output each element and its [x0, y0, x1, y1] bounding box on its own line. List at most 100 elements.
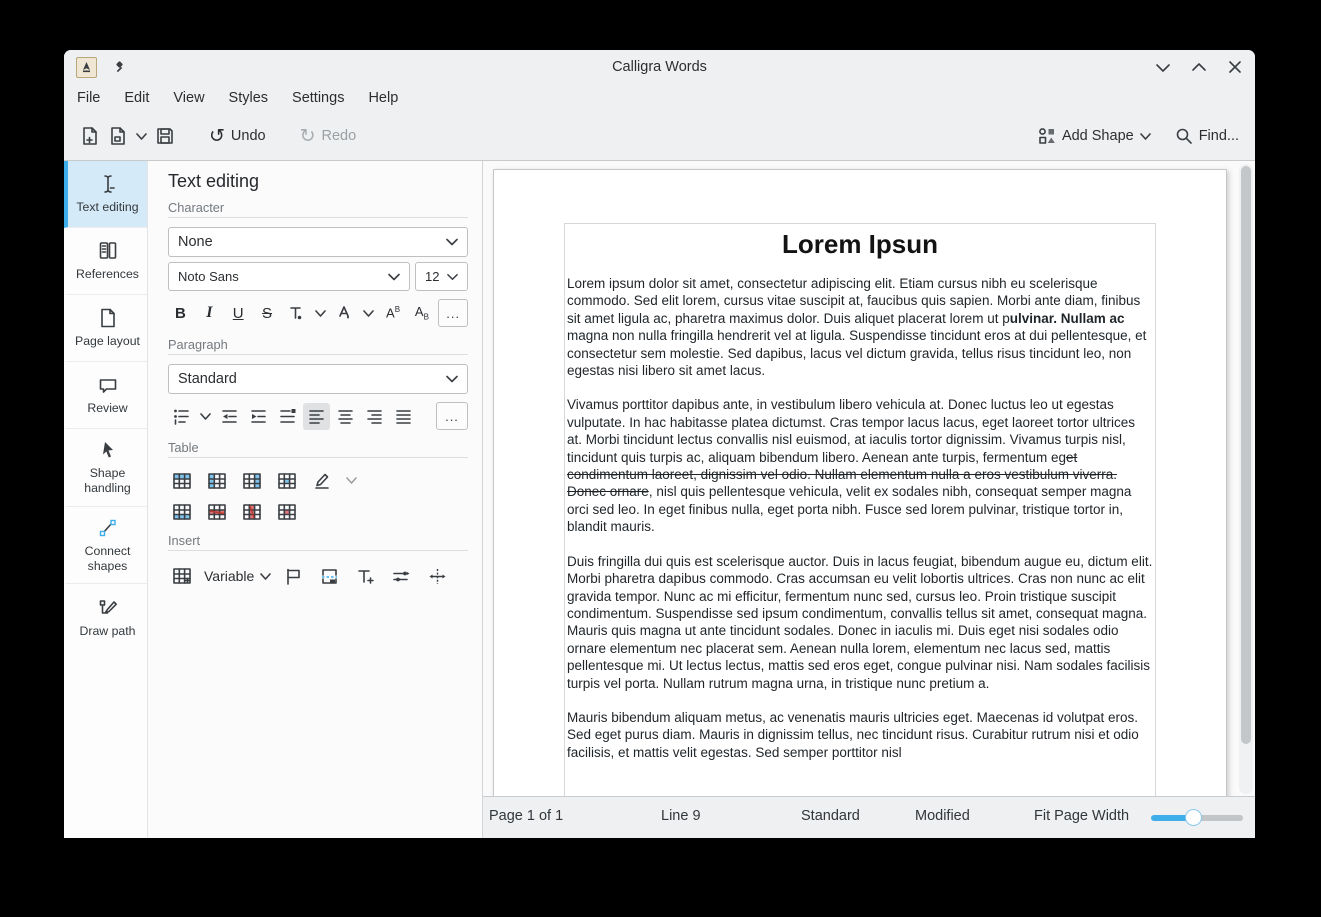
subscript-button[interactable]: AB — [409, 300, 434, 327]
add-shape-chevron — [1140, 133, 1151, 140]
insert-page-break-button[interactable] — [316, 563, 343, 590]
font-family-combo[interactable]: Noto Sans — [168, 262, 410, 291]
undo-button[interactable]: ↺ Undo — [205, 120, 270, 152]
character-more-button[interactable]: ... — [438, 299, 468, 327]
menu-settings[interactable]: Settings — [291, 88, 345, 108]
character-style-combo[interactable]: None — [168, 227, 468, 257]
highlight-color-button[interactable] — [332, 300, 357, 327]
underline-button[interactable]: U — [226, 300, 251, 327]
list-style-button[interactable] — [168, 403, 195, 430]
list-style-chevron[interactable] — [197, 403, 214, 430]
highlight-color-chevron[interactable] — [361, 300, 377, 327]
menu-view[interactable]: View — [172, 88, 205, 108]
redo-button[interactable]: ↻ Redo — [296, 120, 361, 152]
paragraph-style-combo[interactable]: Standard — [168, 364, 468, 394]
insert-row-below-button[interactable] — [168, 498, 195, 525]
paragraph[interactable]: Mauris bibendum aliquam metus, ac venena… — [567, 709, 1153, 761]
menu-help[interactable]: Help — [367, 88, 399, 108]
decrease-indent-button[interactable] — [216, 403, 243, 430]
new-document-button[interactable] — [76, 120, 104, 152]
align-justify-button[interactable] — [390, 403, 417, 430]
open-recent-chevron[interactable] — [132, 120, 151, 152]
tab-review[interactable]: Review — [64, 362, 147, 429]
style-indicator[interactable]: Standard — [801, 808, 860, 824]
text-run[interactable]: Vivamus porttitor dapibus ante, in vesti… — [567, 397, 1135, 464]
increase-indent-button[interactable] — [245, 403, 272, 430]
insert-break-options-button[interactable] — [424, 563, 451, 590]
bold-button[interactable]: B — [168, 300, 193, 327]
insert-table-button[interactable] — [168, 563, 195, 590]
document-view[interactable]: Lorem Ipsun Lorem ipsum dolor sit amet, … — [483, 161, 1255, 796]
vertical-scrollbar[interactable] — [1239, 164, 1253, 794]
paragraph[interactable]: Duis fringilla dui quis est scelerisque … — [567, 553, 1153, 692]
maximize-button[interactable] — [1189, 57, 1209, 77]
insert-column-right-button[interactable] — [238, 467, 265, 494]
insert-column-left-button[interactable] — [203, 467, 230, 494]
open-document-button[interactable] — [104, 120, 132, 152]
text-run[interactable]: magna non nulla fringilla hendrerit vel … — [567, 328, 1146, 378]
tab-references[interactable]: References — [64, 228, 147, 295]
text-color-button[interactable] — [284, 300, 309, 327]
menubar: File Edit View Styles Settings Help — [64, 84, 1255, 112]
font-size-combo[interactable]: 12 — [415, 262, 468, 291]
insert-index-marker-button[interactable] — [388, 563, 415, 590]
draw-path-icon — [97, 596, 119, 620]
tab-draw-path[interactable]: Draw path — [64, 584, 147, 650]
find-button[interactable]: Find... — [1171, 120, 1243, 152]
insert-text-button[interactable] — [352, 563, 379, 590]
align-center-button[interactable] — [332, 403, 359, 430]
menu-styles[interactable]: Styles — [228, 88, 270, 108]
chevron-down-icon — [447, 273, 458, 281]
strikethrough-button[interactable]: S — [255, 300, 280, 327]
delete-column-button[interactable] — [238, 498, 265, 525]
scrollbar-thumb[interactable] — [1241, 166, 1251, 744]
statusbar: Page 1 of 1 Line 9 Standard Modified Fit… — [483, 796, 1255, 838]
save-button[interactable] — [151, 120, 179, 152]
minimize-button[interactable] — [1153, 57, 1173, 77]
panel-title: Text editing — [168, 171, 468, 192]
menu-edit[interactable]: Edit — [123, 88, 150, 108]
add-shape-button[interactable]: Add Shape — [1034, 120, 1155, 152]
redo-icon: ↻ — [300, 127, 316, 146]
first-line-indent-button[interactable] — [274, 403, 301, 430]
text-frame[interactable]: Lorem Ipsun Lorem ipsum dolor sit amet, … — [564, 223, 1156, 796]
zoom-slider-handle[interactable] — [1185, 809, 1202, 826]
zoom-slider[interactable] — [1151, 809, 1243, 827]
tab-shape-handling[interactable]: Shape handling — [64, 429, 147, 507]
insert-bookmark-button[interactable] — [280, 563, 307, 590]
section-table-label: Table — [168, 440, 468, 455]
text-run[interactable]: , nisl quis pellentesque vehicula, velit… — [567, 484, 1131, 534]
paragraph-more-button[interactable]: ... — [436, 402, 468, 430]
add-shape-icon — [1038, 127, 1056, 145]
text-run[interactable]: Mauris bibendum aliquam metus, ac venena… — [567, 710, 1139, 760]
delete-cell-button[interactable] — [273, 498, 300, 525]
paragraph[interactable]: Lorem ipsum dolor sit amet, consectetur … — [567, 275, 1153, 379]
split-cells-button[interactable] — [273, 467, 300, 494]
document-page[interactable]: Lorem Ipsun Lorem ipsum dolor sit amet, … — [493, 169, 1227, 796]
insert-variable-button[interactable]: Variable — [204, 560, 271, 592]
text-run[interactable]: Duis fringilla dui quis est scelerisque … — [567, 554, 1152, 691]
align-left-button[interactable] — [303, 403, 330, 430]
paragraph[interactable]: Vivamus porttitor dapibus ante, in vesti… — [567, 396, 1153, 535]
calligra-words-window: Calligra Words File Edit View Styles Set… — [64, 50, 1255, 838]
text-color-chevron[interactable] — [312, 300, 328, 327]
border-pen-button[interactable] — [308, 467, 335, 494]
delete-row-button[interactable] — [203, 498, 230, 525]
superscript-button[interactable]: AB — [381, 300, 406, 327]
border-pen-chevron[interactable] — [343, 467, 360, 494]
page-indicator[interactable]: Page 1 of 1 — [489, 808, 563, 824]
tab-connect-shapes[interactable]: Connect shapes — [64, 507, 147, 585]
comment-bubble-icon — [97, 373, 119, 397]
text-run[interactable]: ulvinar. Nullam ac — [1010, 311, 1125, 326]
insert-row-above-button[interactable] — [168, 467, 195, 494]
chevron-down-icon — [388, 273, 400, 281]
italic-button[interactable]: I — [197, 300, 222, 327]
document-title[interactable]: Lorem Ipsun — [567, 229, 1153, 260]
menu-file[interactable]: File — [76, 88, 101, 108]
close-button[interactable] — [1225, 57, 1245, 77]
tab-text-editing[interactable]: Text editing — [64, 161, 147, 228]
zoom-mode-label[interactable]: Fit Page Width — [1034, 808, 1129, 824]
tab-page-layout[interactable]: Page layout — [64, 295, 147, 362]
align-right-button[interactable] — [361, 403, 388, 430]
modified-indicator: Modified — [915, 808, 970, 824]
